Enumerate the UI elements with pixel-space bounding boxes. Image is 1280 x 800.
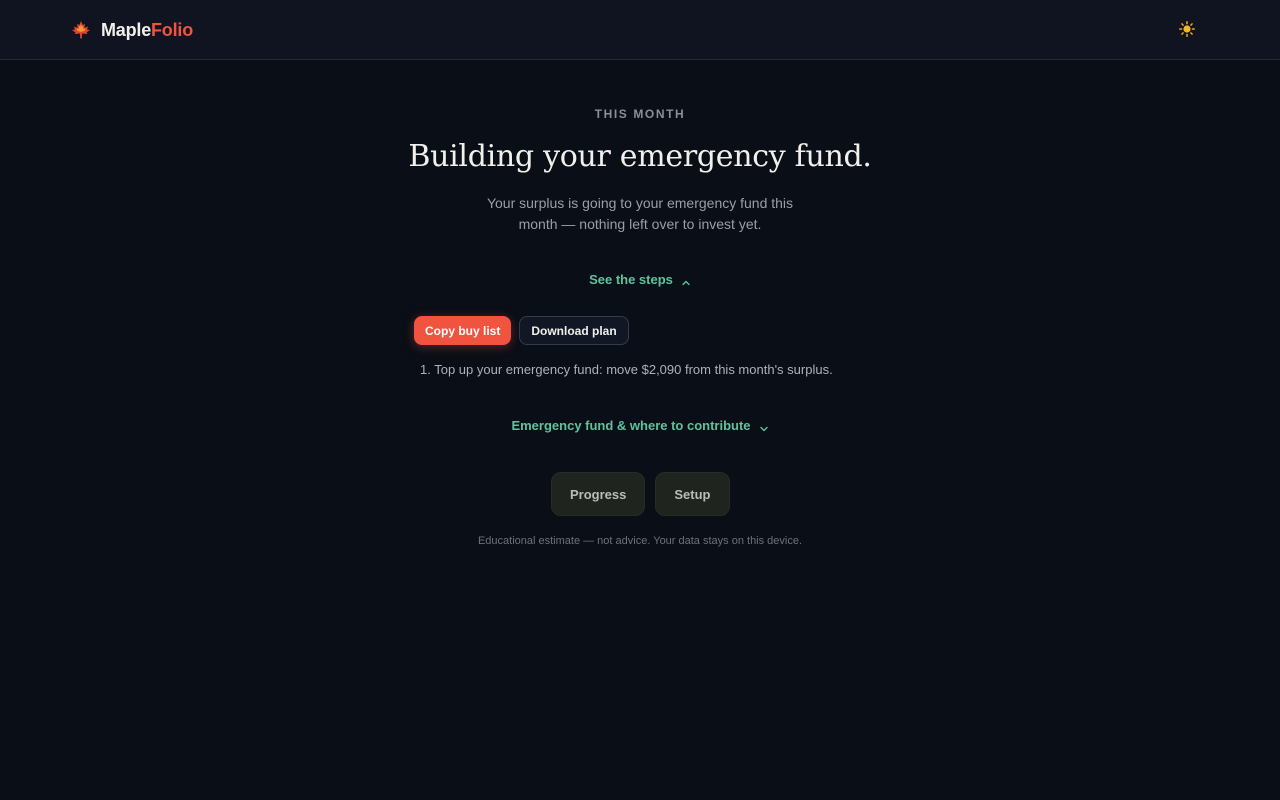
page-navigation: Progress Setup [551,472,730,516]
step-item: 1. Top up your emergency fund: move $2,0… [420,362,833,377]
emergency-fund-label: Emergency fund & where to contribute [511,418,751,433]
maple-leaf-icon [71,20,91,40]
emergency-fund-toggle[interactable]: Emergency fund & where to contribute [0,418,1280,433]
chevron-up-icon [681,276,691,286]
disclaimer-text: Educational estimate — not advice. Your … [477,535,803,547]
theme-toggle-button[interactable] [1177,20,1197,42]
section-eyebrow: THIS MONTH [594,107,686,121]
plan-actions: Copy buy list Download plan [414,316,629,345]
brand-logo[interactable]: MapleFolio [71,18,193,42]
steps-list: 1. Top up your emergency fund: move $2,0… [420,362,833,377]
setup-button[interactable]: Setup [655,472,730,516]
brand-name-maple: Maple [101,19,152,40]
top-bar: MapleFolio [0,0,1280,60]
page-title: Building your emergency fund. [408,139,872,174]
see-steps-toggle[interactable]: See the steps [0,272,1280,287]
chevron-down-icon [759,422,769,432]
see-steps-label: See the steps [589,272,673,287]
sun-icon [1179,20,1195,42]
page-subtitle: Your surplus is going to your emergency … [486,195,794,232]
download-plan-button[interactable]: Download plan [519,316,629,345]
copy-buy-list-button[interactable]: Copy buy list [414,316,512,345]
brand-name-folio: Folio [151,19,194,40]
brand-name: MapleFolio [101,20,193,41]
progress-button[interactable]: Progress [551,472,646,516]
